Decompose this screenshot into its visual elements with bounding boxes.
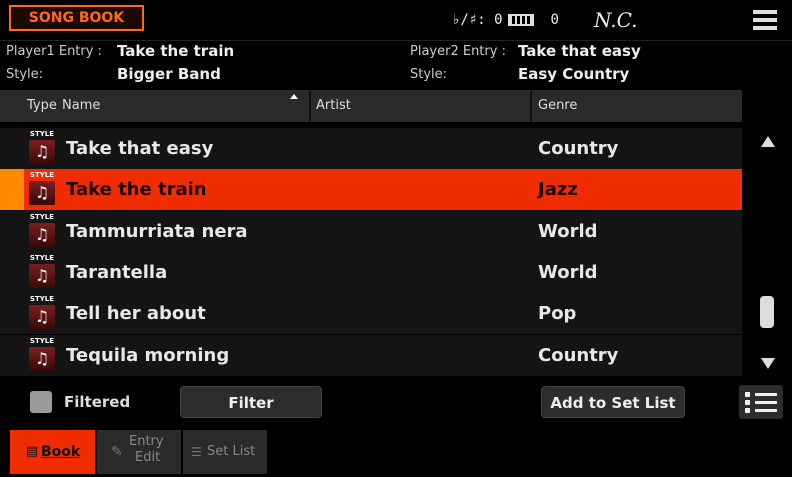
pencil-icon: ✎ [111, 444, 123, 460]
style2-label: Style: [410, 67, 448, 82]
tab-entry-edit-line1: Entry [129, 434, 164, 449]
song-name: Tarantella [66, 262, 168, 283]
column-divider [530, 90, 532, 122]
column-genre[interactable]: Genre [538, 90, 577, 122]
filtered-label: Filtered [64, 393, 131, 411]
player2-label: Player2 Entry : [410, 44, 506, 59]
column-name[interactable]: Name [62, 90, 100, 122]
song-name: Take that easy [66, 138, 214, 159]
top-bar: SONG BOOK ♭/♯: 0 0 N.C. [0, 0, 792, 40]
add-to-set-list-button[interactable]: Add to Set List [541, 386, 685, 418]
list-icon: ☰ [191, 445, 202, 459]
player1-label: Player1 Entry : [6, 44, 102, 59]
tab-book[interactable]: ▤ Book [10, 430, 95, 474]
player2-value: Take that easy [518, 42, 641, 60]
filter-button[interactable]: Filter [180, 386, 322, 418]
style-type-icon: STYLE ♫ [25, 254, 59, 291]
song-genre: Jazz [538, 179, 578, 200]
list-scrollbar[interactable] [742, 122, 792, 377]
tab-entry-edit-line2: Edit [135, 450, 161, 465]
column-type[interactable]: Type [27, 90, 57, 122]
page-title: SONG BOOK [9, 5, 144, 31]
scroll-down-icon[interactable] [761, 358, 775, 369]
column-artist[interactable]: Artist [316, 90, 351, 122]
table-row[interactable]: STYLE ♫ Tell her about Pop [0, 293, 742, 334]
filtered-checkbox[interactable] [30, 391, 52, 413]
table-row[interactable]: STYLE ♫ Tammurriata nera World [0, 211, 742, 252]
tab-entry-edit[interactable]: ✎ Entry Edit [97, 430, 181, 474]
sort-ascending-icon [290, 94, 298, 99]
player1-value: Take the train [117, 42, 235, 60]
transpose-readout[interactable]: ♭/♯: 0 [452, 6, 503, 34]
style-type-icon: STYLE ♫ [25, 337, 59, 374]
song-name: Tequila morning [66, 345, 230, 366]
song-name: Tell her about [66, 303, 206, 324]
song-genre: Pop [538, 303, 577, 324]
keyboard-value: 0 [550, 12, 559, 28]
table-row[interactable]: STYLE ♫ Take that easy Country [0, 128, 742, 169]
style2-value: Easy Country [518, 65, 630, 83]
style1-label: Style: [6, 67, 44, 82]
menu-icon[interactable] [753, 10, 777, 30]
table-row[interactable]: STYLE ♫ Tarantella World [0, 252, 742, 293]
checklist-icon[interactable] [739, 385, 783, 419]
keyboard-icon [508, 14, 534, 26]
chord-readout: N.C. [594, 8, 638, 32]
scroll-thumb[interactable] [760, 296, 774, 328]
selection-marker [0, 169, 24, 210]
book-icon: ▤ [26, 444, 39, 459]
song-genre: World [538, 221, 598, 242]
entry-info-panel: Player1 Entry : Take the train Style: Bi… [0, 40, 792, 89]
style-type-icon: STYLE ♫ [25, 295, 59, 332]
table-row-selected[interactable]: STYLE ♫ Take the train Jazz [0, 169, 742, 210]
column-divider [309, 90, 311, 122]
tab-book-label: Book [41, 444, 81, 460]
style1-value: Bigger Band [117, 65, 221, 83]
song-name: Tammurriata nera [66, 221, 248, 242]
style-type-icon: STYLE ♫ [25, 171, 59, 208]
style-type-icon: STYLE ♫ [25, 213, 59, 250]
style-type-icon: STYLE ♫ [25, 130, 59, 167]
table-header: Type Name Artist Genre [0, 90, 742, 122]
tab-set-list-label: Set List [207, 444, 256, 459]
song-name: Take the train [66, 179, 207, 200]
keyboard-readout[interactable]: 0 [508, 6, 559, 34]
song-genre: Country [538, 138, 619, 159]
song-genre: World [538, 262, 598, 283]
scroll-up-icon[interactable] [761, 136, 775, 147]
table-row[interactable]: STYLE ♫ Tequila morning Country [0, 335, 742, 376]
tab-set-list[interactable]: ☰ Set List [183, 430, 267, 474]
song-genre: Country [538, 345, 619, 366]
